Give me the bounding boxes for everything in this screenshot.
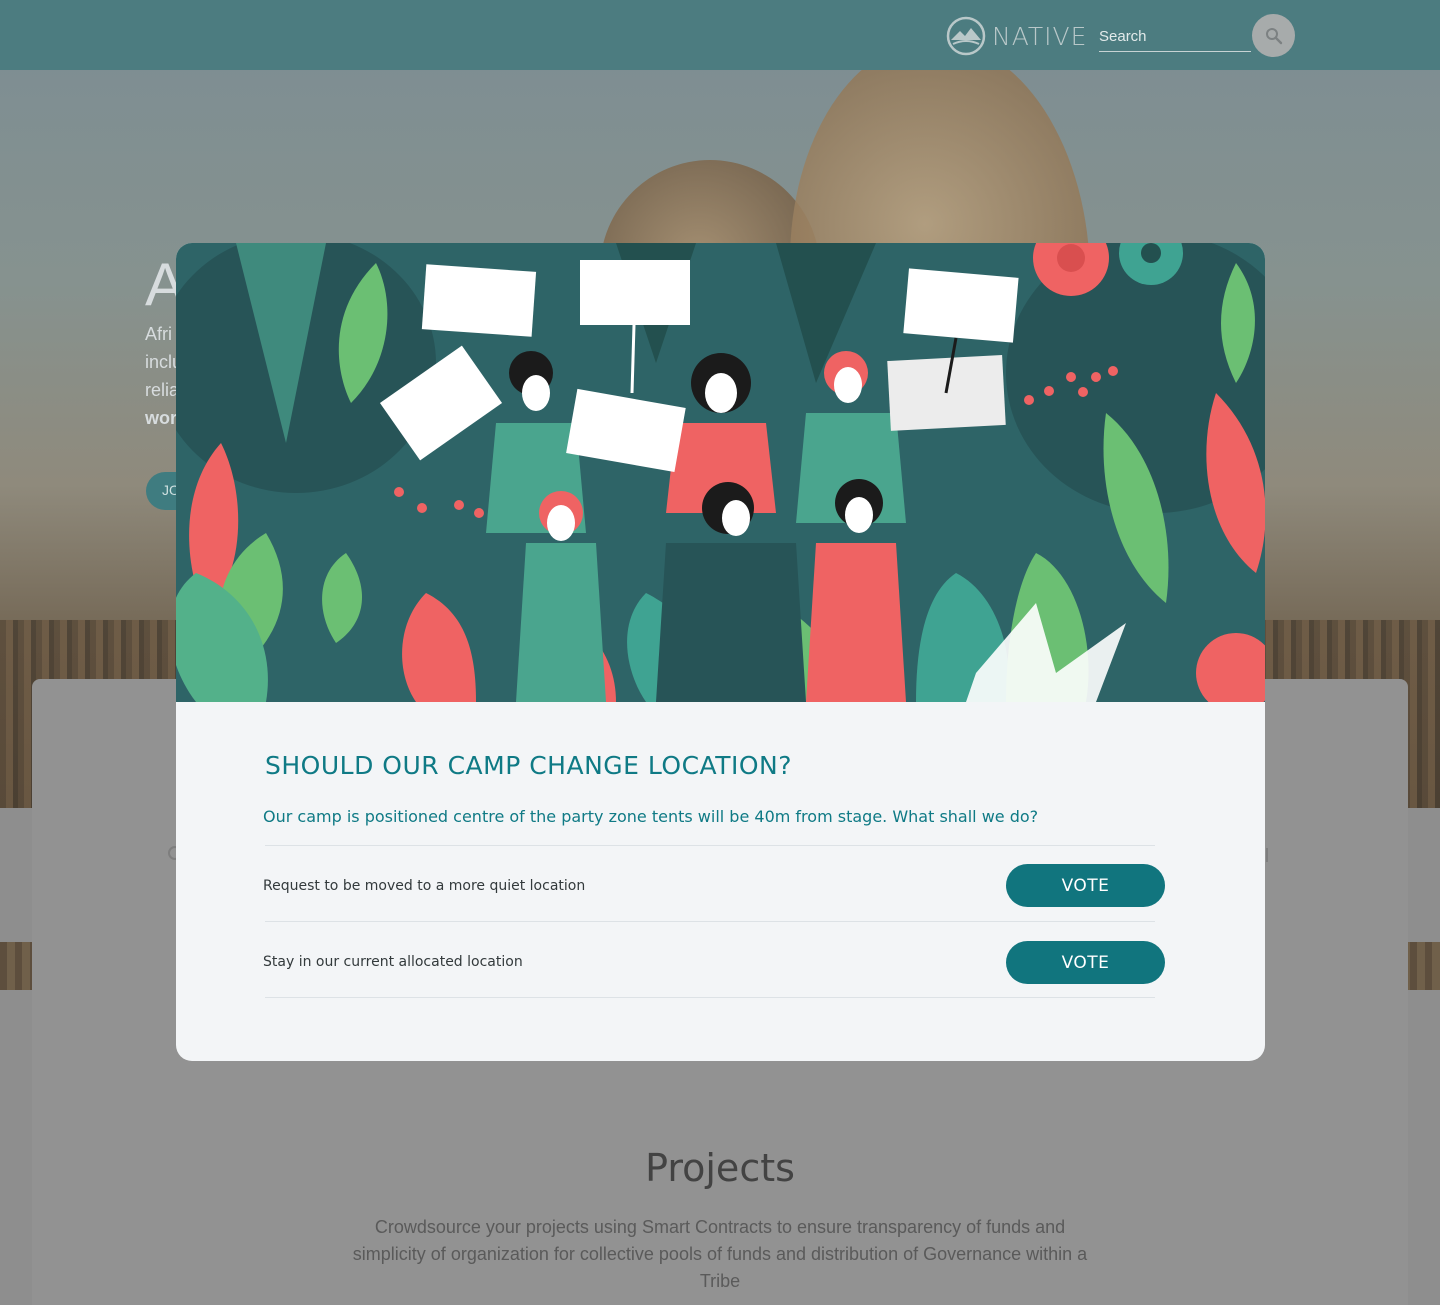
- divider: [265, 845, 1155, 846]
- option-label: Stay in our current allocated location: [263, 954, 523, 970]
- modal-question: Our camp is positioned centre of the par…: [263, 807, 1039, 826]
- option-label: Request to be moved to a more quiet loca…: [263, 878, 586, 894]
- protest-illustration: [176, 243, 1265, 702]
- vote-button-option-2[interactable]: VOTE: [1006, 941, 1165, 984]
- divider: [265, 997, 1155, 998]
- vote-modal: SHOULD OUR CAMP CHANGE LOCATION? Our cam…: [176, 243, 1265, 1061]
- vote-button-option-1[interactable]: VOTE: [1006, 864, 1165, 907]
- divider: [265, 921, 1155, 922]
- modal-title: SHOULD OUR CAMP CHANGE LOCATION?: [265, 751, 793, 780]
